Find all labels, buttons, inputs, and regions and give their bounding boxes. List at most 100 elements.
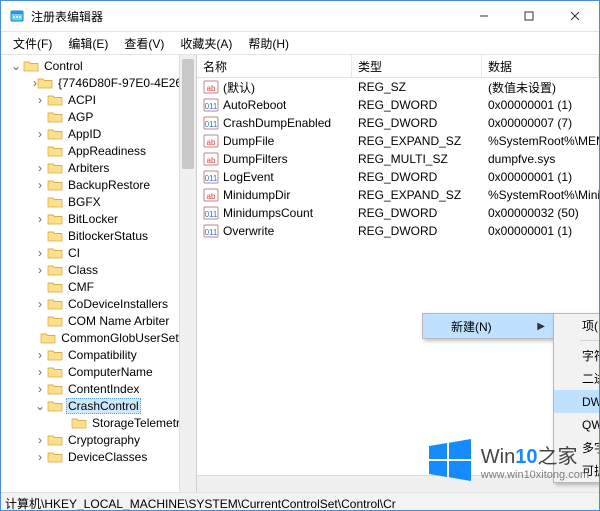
folder-icon bbox=[47, 212, 63, 226]
close-button[interactable] bbox=[551, 1, 599, 31]
tree-node[interactable]: ›AppID bbox=[3, 125, 196, 142]
statusbar: 计算机\HKEY_LOCAL_MACHINE\SYSTEM\CurrentCon… bbox=[1, 492, 599, 511]
ctx-new[interactable]: 新建(N) ▶ bbox=[423, 314, 553, 338]
folder-icon bbox=[47, 127, 63, 141]
menu-favorites[interactable]: 收藏夹(A) bbox=[172, 33, 240, 54]
tree-label: Arbiters bbox=[66, 161, 111, 175]
value-type-icon: 011 bbox=[203, 223, 219, 239]
value-name: LogEvent bbox=[223, 170, 274, 184]
tree-node[interactable]: ›ContentIndex bbox=[3, 380, 196, 397]
value-row[interactable]: abDumpFileREG_EXPAND_SZ%SystemRoot%\MEM bbox=[197, 132, 599, 150]
folder-icon bbox=[47, 382, 63, 396]
value-type: REG_DWORD bbox=[352, 206, 482, 220]
titlebar[interactable]: 注册表编辑器 bbox=[1, 1, 599, 32]
value-data: 0x00000007 (7) bbox=[482, 116, 599, 130]
tree-node[interactable]: ›{7746D80F-97E0-4E26… bbox=[3, 74, 196, 91]
svg-text:ab: ab bbox=[207, 84, 216, 93]
tree-label: StorageTelemetry bbox=[90, 416, 188, 430]
tree-node[interactable]: ›ACPI bbox=[3, 91, 196, 108]
value-type-icon: ab bbox=[203, 151, 219, 167]
tree-node[interactable]: ·StorageTelemetry bbox=[3, 414, 196, 431]
value-data: 0x00000001 (1) bbox=[482, 98, 599, 112]
value-type: REG_DWORD bbox=[352, 170, 482, 184]
value-row[interactable]: 011CrashDumpEnabledREG_DWORD0x00000007 (… bbox=[197, 114, 599, 132]
value-row[interactable]: ab(默认)REG_SZ(数值未设置) bbox=[197, 78, 599, 96]
value-name: CrashDumpEnabled bbox=[223, 116, 331, 130]
tree-node[interactable]: ›BackupRestore bbox=[3, 176, 196, 193]
ctx-item[interactable]: 项(K) bbox=[554, 314, 599, 337]
scrollbar-thumb[interactable] bbox=[182, 59, 194, 169]
tree-node[interactable]: ·AppReadiness bbox=[3, 142, 196, 159]
tree-node[interactable]: ·CommonGlobUserSett… bbox=[3, 329, 196, 346]
menu-file[interactable]: 文件(F) bbox=[5, 33, 60, 54]
column-headers[interactable]: 名称 类型 数据 bbox=[197, 55, 599, 78]
tree-node[interactable]: ·BitlockerStatus bbox=[3, 227, 196, 244]
ctx-item[interactable]: QWORD (64 位)值(Q) bbox=[554, 413, 599, 436]
tree-node[interactable]: ›DeviceClasses bbox=[3, 448, 196, 465]
value-row[interactable]: abMinidumpDirREG_EXPAND_SZ%SystemRoot%\M… bbox=[197, 186, 599, 204]
col-data[interactable]: 数据 bbox=[482, 55, 599, 77]
tree-pane[interactable]: ⌄Control›{7746D80F-97E0-4E26…›ACPI·AGP›A… bbox=[1, 55, 197, 492]
menu-help[interactable]: 帮助(H) bbox=[240, 33, 297, 54]
window-buttons bbox=[461, 1, 599, 31]
value-row[interactable]: abDumpFiltersREG_MULTI_SZdumpfve.sys bbox=[197, 150, 599, 168]
folder-icon bbox=[47, 161, 63, 175]
svg-text:011: 011 bbox=[205, 210, 218, 219]
value-type: REG_DWORD bbox=[352, 116, 482, 130]
win10-logo-icon bbox=[425, 436, 473, 484]
tree-label: Control bbox=[42, 59, 85, 73]
menu-edit[interactable]: 编辑(E) bbox=[60, 33, 116, 54]
tree-label: ACPI bbox=[66, 93, 98, 107]
tree-node[interactable]: ›Cryptography bbox=[3, 431, 196, 448]
value-type: REG_EXPAND_SZ bbox=[352, 134, 482, 148]
value-name: Overwrite bbox=[223, 224, 274, 238]
submenu-arrow-icon: ▶ bbox=[537, 321, 545, 332]
tree-label: BitlockerStatus bbox=[66, 229, 150, 243]
ctx-item[interactable]: DWORD (32 位)值(D) bbox=[554, 390, 599, 413]
tree-node[interactable]: ·BGFX bbox=[3, 193, 196, 210]
tree-node[interactable]: ›Arbiters bbox=[3, 159, 196, 176]
maximize-button[interactable] bbox=[506, 1, 551, 31]
tree-label: AGP bbox=[66, 110, 95, 124]
ctx-item[interactable]: 字符串值(S) bbox=[554, 344, 599, 367]
tree-label: ContentIndex bbox=[66, 382, 141, 396]
tree-label: CrashControl bbox=[66, 398, 141, 414]
menu-view[interactable]: 查看(V) bbox=[116, 33, 172, 54]
tree-node[interactable]: ›Compatibility bbox=[3, 346, 196, 363]
value-row[interactable]: 011LogEventREG_DWORD0x00000001 (1) bbox=[197, 168, 599, 186]
value-name: MinidumpDir bbox=[223, 188, 290, 202]
col-type[interactable]: 类型 bbox=[352, 55, 482, 77]
value-row[interactable]: 011MinidumpsCountREG_DWORD0x00000032 (50… bbox=[197, 204, 599, 222]
folder-icon bbox=[47, 144, 63, 158]
tree-node-control[interactable]: ⌄Control bbox=[3, 57, 196, 74]
value-row[interactable]: 011AutoRebootREG_DWORD0x00000001 (1) bbox=[197, 96, 599, 114]
value-row[interactable]: 011OverwriteREG_DWORD0x00000001 (1) bbox=[197, 222, 599, 240]
tree-node[interactable]: ›CI bbox=[3, 244, 196, 261]
tree-label: BackupRestore bbox=[66, 178, 152, 192]
tree-label: DeviceClasses bbox=[66, 450, 149, 464]
tree-node[interactable]: ›ComputerName bbox=[3, 363, 196, 380]
tree-node[interactable]: ·COM Name Arbiter bbox=[3, 312, 196, 329]
context-menu-primary: 新建(N) ▶ bbox=[422, 313, 554, 339]
col-name[interactable]: 名称 bbox=[197, 55, 352, 77]
minimize-button[interactable] bbox=[461, 1, 506, 31]
value-name: DumpFile bbox=[223, 134, 274, 148]
tree-node[interactable]: ›CoDeviceInstallers bbox=[3, 295, 196, 312]
watermark: Win10之家 www.win10xitong.com bbox=[425, 436, 589, 484]
body: ⌄Control›{7746D80F-97E0-4E26…›ACPI·AGP›A… bbox=[1, 55, 599, 492]
folder-icon bbox=[23, 59, 39, 73]
folder-icon bbox=[37, 76, 53, 90]
value-data: 0x00000001 (1) bbox=[482, 224, 599, 238]
ctx-item[interactable]: 二进制值(B) bbox=[554, 367, 599, 390]
values-pane[interactable]: 名称 类型 数据 ab(默认)REG_SZ(数值未设置)011AutoReboo… bbox=[197, 55, 599, 492]
tree-node[interactable]: ·CMF bbox=[3, 278, 196, 295]
menubar: 文件(F) 编辑(E) 查看(V) 收藏夹(A) 帮助(H) bbox=[1, 32, 599, 55]
tree-scrollbar[interactable] bbox=[179, 55, 196, 492]
tree-node[interactable]: ›BitLocker bbox=[3, 210, 196, 227]
tree-node[interactable]: ›Class bbox=[3, 261, 196, 278]
tree-label: CommonGlobUserSett… bbox=[59, 331, 196, 345]
ctx-new-label: 新建(N) bbox=[451, 318, 492, 335]
tree-node[interactable]: ·AGP bbox=[3, 108, 196, 125]
tree-label: {7746D80F-97E0-4E26… bbox=[56, 76, 196, 90]
tree-node[interactable]: ⌄CrashControl bbox=[3, 397, 196, 414]
